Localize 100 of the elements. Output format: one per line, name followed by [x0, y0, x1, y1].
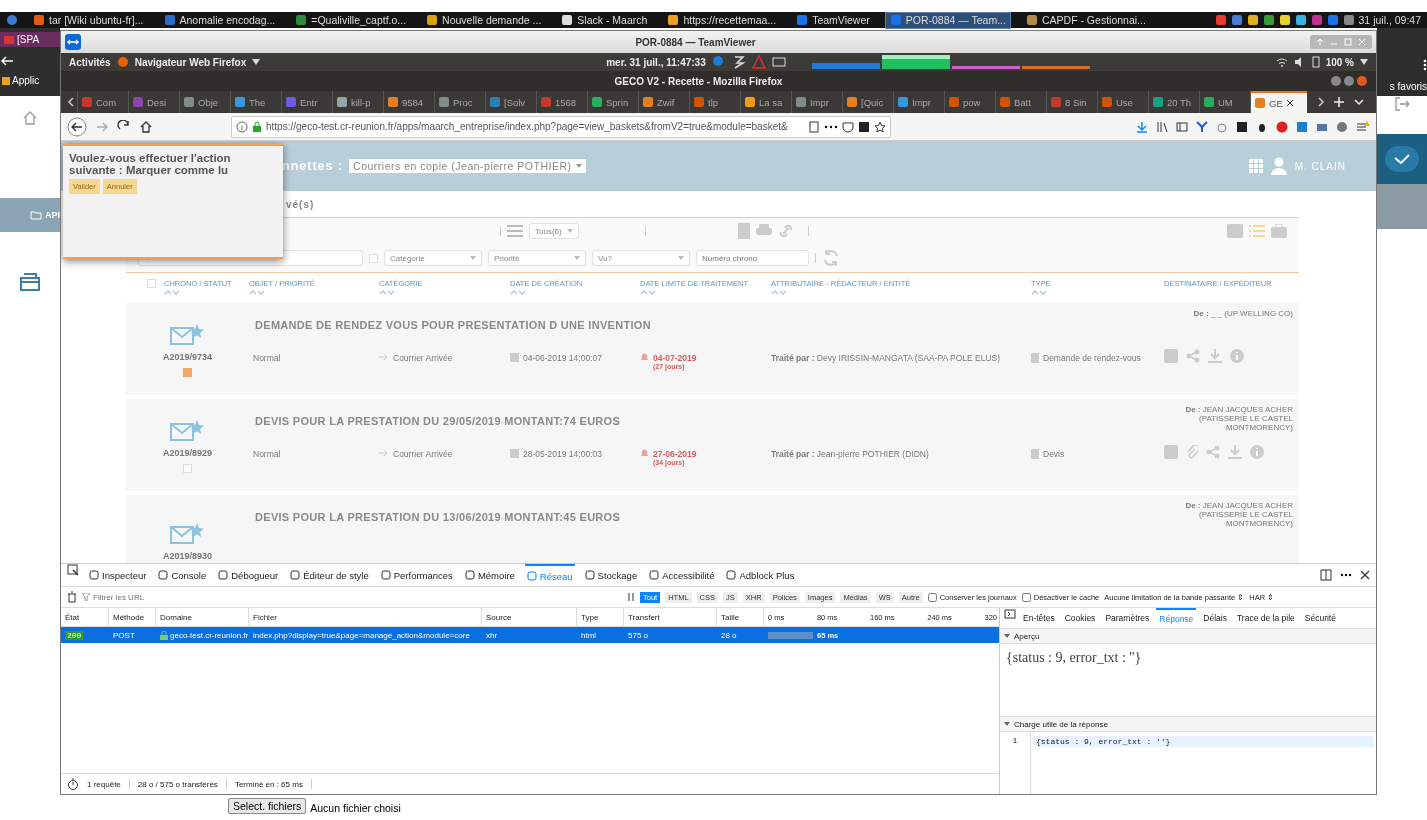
file-select-button[interactable]: Select. fichiers [228, 798, 307, 814]
picker-icon[interactable] [67, 564, 79, 576]
chevron-down-icon[interactable] [1353, 98, 1365, 106]
address-bar[interactable]: https://geco-test.cr-reunion.fr/apps/maarch_entreprise/index.php?page=view_baskets&fromV2=true&module=basket& [231, 115, 891, 138]
y-shape-icon[interactable] [1196, 120, 1208, 133]
devtools-tab[interactable]: Stockage [582, 564, 640, 586]
activities-button[interactable]: Activités [69, 56, 111, 68]
tray-icon[interactable] [1246, 14, 1259, 26]
taskbar-item[interactable]: =Qualiville_captf.o... [290, 11, 412, 29]
filter-select[interactable]: Catégorie [384, 250, 482, 266]
dock-icon[interactable] [1320, 569, 1332, 581]
plus-icon[interactable] [1333, 96, 1345, 108]
devtools-tab[interactable]: Débogueur [216, 564, 281, 586]
pocket-icon[interactable] [842, 120, 854, 133]
caret-icon[interactable] [1004, 722, 1010, 726]
wifi-icon[interactable] [1275, 56, 1288, 68]
details-tab[interactable]: Paramètres [1102, 608, 1153, 628]
home-icon[interactable] [139, 119, 153, 134]
caret-icon[interactable] [1360, 59, 1368, 65]
column-header[interactable]: État [65, 612, 80, 622]
paperclip-icon[interactable] [1186, 445, 1198, 459]
window-controls-icon[interactable] [1330, 75, 1370, 87]
sidebar-icon[interactable] [1176, 120, 1188, 133]
taskbar-item[interactable]: https://recettemaa... [662, 11, 782, 29]
filter-select[interactable]: Vu? [592, 250, 690, 266]
chrono-field[interactable]: Numéro chrono [696, 250, 809, 266]
battery-icon[interactable] [1311, 56, 1320, 68]
section-title[interactable]: Charge utile de la réponse [1014, 719, 1108, 729]
taskbar-item[interactable]: tar [Wiki ubuntu-fr]... [28, 11, 149, 29]
browser-tab[interactable]: GE [1250, 91, 1307, 113]
checkbox[interactable] [927, 592, 937, 602]
close-icon[interactable] [1285, 99, 1294, 107]
more-icon[interactable] [824, 124, 838, 129]
back-icon[interactable] [67, 116, 87, 137]
inbox-icon[interactable] [19, 272, 41, 292]
menu-icon[interactable] [1423, 59, 1427, 71]
column-header[interactable]: Domaine [160, 612, 192, 622]
clock[interactable]: mer. 31 juil., 11:47:33 [606, 56, 706, 68]
tray-icon[interactable] [1294, 14, 1307, 26]
tray-icon[interactable] [1262, 14, 1275, 26]
taskbar-item[interactable]: CAPDF - Gestionnai... [1020, 11, 1151, 29]
column-header[interactable]: Source [486, 612, 512, 622]
details-tab[interactable]: Cookies [1061, 608, 1099, 628]
taskbar-item[interactable]: Slack - Maarch [556, 11, 653, 29]
devtools-tab[interactable]: Réseau [524, 564, 575, 586]
column-header[interactable]: Type [581, 612, 599, 622]
details-tab[interactable]: Sécurité [1301, 608, 1339, 628]
devtools-tab[interactable]: Adblock Plus [724, 564, 797, 586]
exit-icon[interactable] [1394, 96, 1410, 112]
details-tab[interactable]: En-têtes [1020, 608, 1058, 628]
mail-subject: DEVIS POUR LA PRESTATION DU 29/05/2019 MONTANT:74 EUROS [254, 415, 622, 427]
taskbar-item[interactable]: Anomalie encodag... [158, 11, 281, 29]
devtools-tab[interactable]: Performances [378, 564, 455, 586]
browser-tab[interactable]: [SPA [0, 32, 60, 47]
checkbox[interactable] [1021, 592, 1031, 602]
caret-icon[interactable] [252, 59, 261, 65]
app-menu[interactable]: Navigateur Web Firefox [134, 56, 247, 68]
caret-icon[interactable] [1004, 634, 1010, 638]
taskbar-item[interactable]: Nouvelle demande ... [421, 11, 547, 29]
devtools-tab[interactable]: Éditeur de style [288, 564, 371, 586]
taskbar-item[interactable]: TeamViewer [791, 11, 875, 29]
back-arrow-icon[interactable] [0, 55, 14, 67]
column-header[interactable]: Transfert [628, 612, 660, 622]
teamviewer-logo-icon[interactable] [65, 34, 81, 50]
column-header[interactable]: Taille [721, 612, 740, 622]
column-header[interactable]: Méthode [113, 612, 145, 622]
devtools-tab[interactable]: Accessibilité [647, 564, 717, 586]
download-icon[interactable] [1136, 120, 1148, 133]
column-header[interactable]: Fichier [253, 612, 277, 622]
basket-select[interactable]: Courriers en copie (Jean-pierre POTHIER) [349, 159, 586, 173]
devtools-tab[interactable]: Inspecteur [87, 564, 149, 586]
section-title[interactable]: Aperçu [1014, 631, 1040, 641]
select-all-checkbox[interactable] [147, 279, 156, 288]
mail-row[interactable]: A2019/8930 DEVIS POUR LA PRESTATION DU 13/06/2019 MONTANT:45 EUROS De : JEAN JACQUES ACHER (PATISSERIE LE CASTEL MONTMORENCY) [126, 495, 1299, 563]
bookmarks-label[interactable]: s favoris [1389, 81, 1427, 92]
panel-toggle-icon[interactable] [1004, 608, 1016, 620]
star-icon[interactable] [874, 120, 886, 133]
checkbox[interactable] [369, 253, 378, 263]
devtools-tab[interactable]: Console [156, 564, 209, 586]
count-select[interactable]: Tous(6) [529, 223, 579, 239]
chevron-right-icon[interactable] [1317, 96, 1325, 108]
more-icon[interactable] [1340, 573, 1352, 577]
launcher-label[interactable]: Applic [12, 75, 40, 86]
reader-icon[interactable] [808, 120, 820, 133]
details-tab[interactable]: Délais [1200, 608, 1230, 628]
close-icon[interactable] [1360, 570, 1370, 580]
image-icon[interactable] [771, 56, 786, 68]
grid-icon[interactable] [2, 76, 10, 85]
filter-select[interactable]: Priorité [488, 250, 586, 266]
tray-icon[interactable] [1278, 14, 1291, 26]
warning-icon[interactable] [751, 55, 766, 69]
devtools-tab[interactable]: Mémoire [462, 564, 517, 586]
status-checkbox[interactable] [183, 463, 192, 473]
details-tab[interactable]: Trace de la pile [1233, 608, 1298, 628]
status-checkbox[interactable] [183, 367, 192, 377]
trash-icon[interactable] [67, 591, 77, 603]
library-icon[interactable] [1156, 120, 1168, 133]
tray-icon[interactable] [1342, 14, 1355, 26]
taskbar-item[interactable]: POR-0884 — Team... [884, 11, 1011, 29]
pause-icon[interactable] [627, 592, 635, 602]
